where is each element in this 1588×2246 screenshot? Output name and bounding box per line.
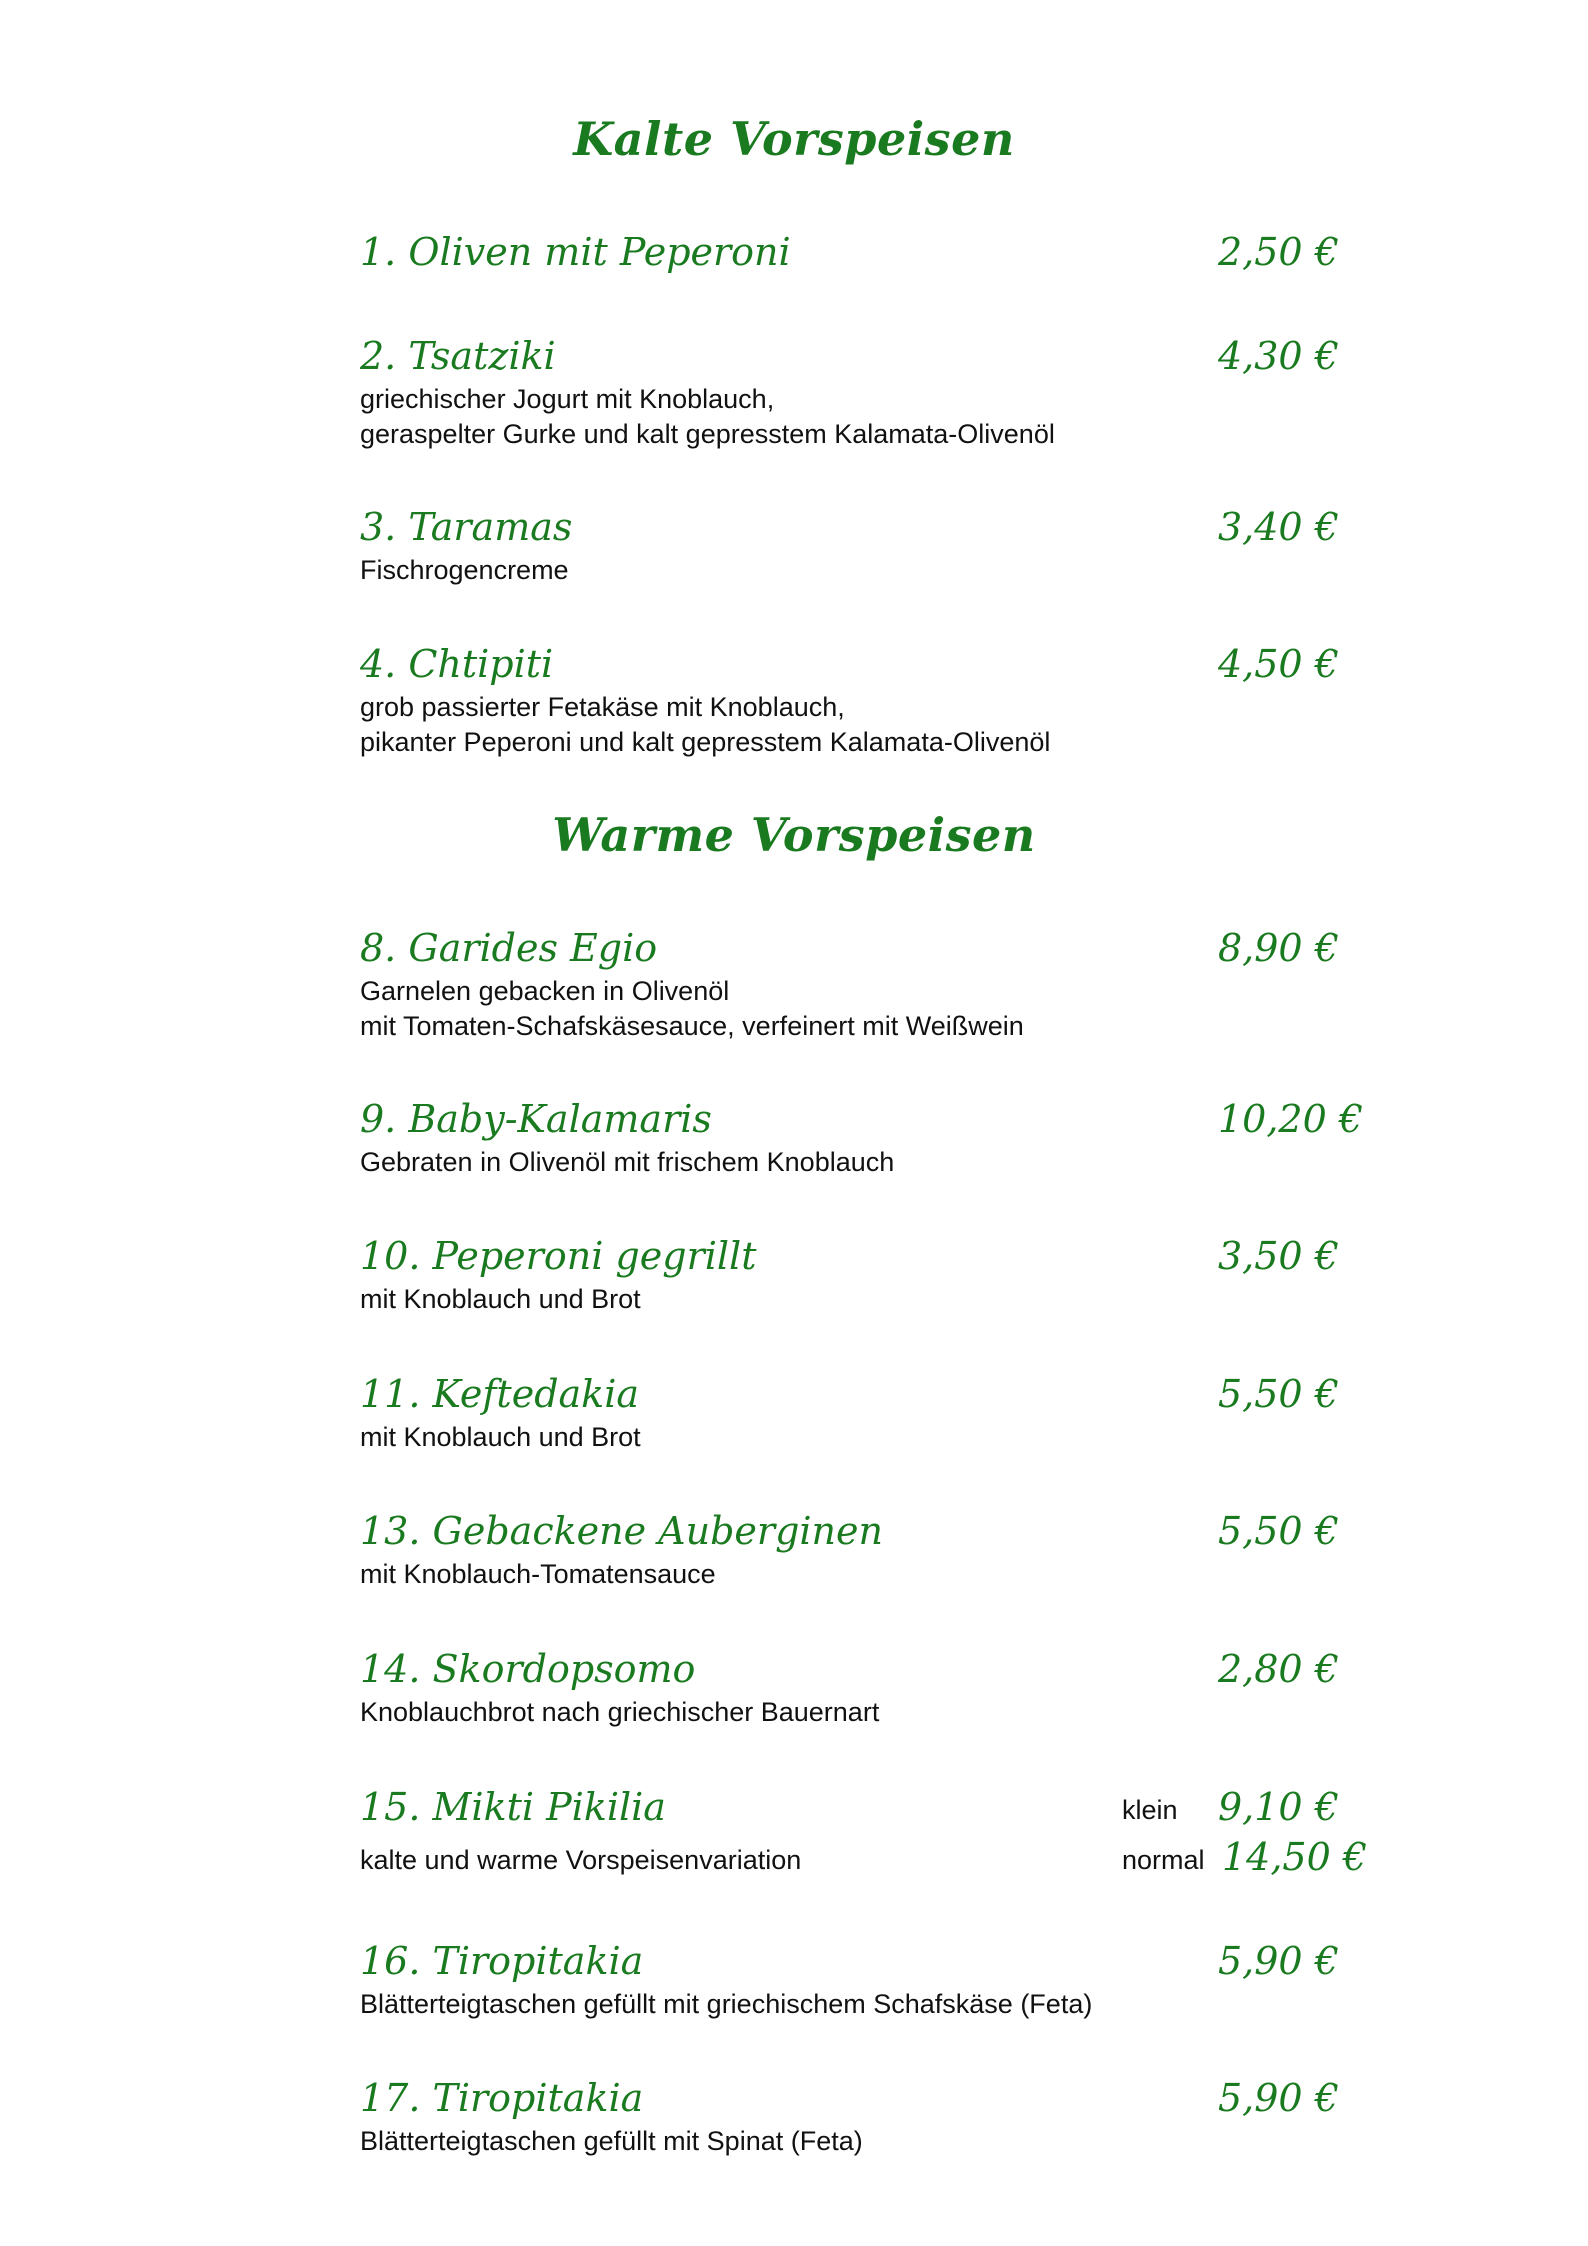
item-name: 10. Peperoni gegrillt	[360, 1234, 757, 1278]
item-price-normal: 14,50 €	[1222, 1835, 1368, 1879]
item-price: 5,50 €	[1218, 1372, 1339, 1416]
item-description: mit Knoblauch und Brot	[360, 1282, 641, 1317]
item-price: 4,50 €	[1218, 642, 1339, 686]
item-name: 2. Tsatziki	[360, 334, 556, 378]
item-price: 5,50 €	[1218, 1509, 1339, 1553]
item-description-line: mit Knoblauch und Brot	[360, 1422, 641, 1452]
item-description-line: geraspelter Gurke und kalt gepresstem Ka…	[360, 419, 1055, 449]
item-description-line: pikanter Peperoni und kalt gepresstem Ka…	[360, 727, 1051, 757]
item-price-small: 9,10 €	[1218, 1785, 1339, 1829]
item-price: 4,30 €	[1218, 334, 1339, 378]
item-name: 17. Tiropitakia	[360, 2076, 644, 2120]
item-description: Blätterteigtaschen gefüllt mit griechisc…	[360, 1987, 1092, 2022]
size-label-normal: normal	[1122, 1845, 1205, 1875]
item-description-line: mit Knoblauch und Brot	[360, 1284, 641, 1314]
item-price: 5,90 €	[1218, 2076, 1339, 2120]
size-label-small: klein	[1122, 1795, 1178, 1825]
item-description: mit Knoblauch-Tomatensauce	[360, 1557, 716, 1592]
menu-page: Kalte Vorspeisen 1. Oliven mit Peperoni …	[0, 0, 1588, 2246]
item-name: 14. Skordopsomo	[360, 1647, 696, 1691]
item-price: 8,90 €	[1218, 926, 1339, 970]
item-price: 2,80 €	[1218, 1647, 1339, 1691]
item-description-line: mit Knoblauch-Tomatensauce	[360, 1559, 716, 1589]
item-name: 11. Keftedakia	[360, 1372, 640, 1416]
item-price: 3,50 €	[1218, 1234, 1339, 1278]
item-description-line: grob passierter Fetakäse mit Knoblauch,	[360, 692, 845, 722]
item-description-line: kalte und warme Vorspeisenvariation	[360, 1845, 802, 1875]
item-description: grob passierter Fetakäse mit Knoblauch, …	[360, 690, 1050, 760]
item-description: Blätterteigtaschen gefüllt mit Spinat (F…	[360, 2124, 863, 2159]
item-price: 5,90 €	[1218, 1939, 1339, 1983]
item-price: 3,40 €	[1218, 505, 1339, 549]
item-name: 9. Baby-Kalamaris	[360, 1097, 712, 1141]
item-description-line: Garnelen gebacken in Olivenöl	[360, 976, 730, 1006]
item-name: 3. Taramas	[360, 505, 573, 549]
item-name: 4. Chtipiti	[360, 642, 554, 686]
item-description-line: mit Tomaten-Schafskäsesauce, verfeinert …	[360, 1011, 1024, 1041]
item-description-line: Fischrogencreme	[360, 555, 569, 585]
item-description-line: Gebraten in Olivenöl mit frischem Knobla…	[360, 1147, 895, 1177]
item-name: 16. Tiropitakia	[360, 1939, 644, 1983]
item-description: mit Knoblauch und Brot	[360, 1420, 641, 1455]
item-description: griechischer Jogurt mit Knoblauch, geras…	[360, 382, 1055, 452]
item-description: Gebraten in Olivenöl mit frischem Knobla…	[360, 1145, 894, 1180]
item-description: Fischrogencreme	[360, 553, 569, 588]
item-description-line: Knoblauchbrot nach griechischer Bauernar…	[360, 1697, 880, 1727]
item-name: 15. Mikti Pikilia	[360, 1785, 666, 1829]
item-description-line: griechischer Jogurt mit Knoblauch,	[360, 384, 775, 414]
item-name: 13. Gebackene Auberginen	[360, 1509, 883, 1553]
item-description-line: Blätterteigtaschen gefüllt mit Spinat (F…	[360, 2126, 863, 2156]
item-description: Knoblauchbrot nach griechischer Bauernar…	[360, 1695, 879, 1730]
section-title-warm: Warme Vorspeisen	[552, 808, 1036, 862]
item-price: 2,50 €	[1218, 230, 1339, 274]
item-description: Garnelen gebacken in Olivenöl mit Tomate…	[360, 974, 1024, 1044]
section-title-cold: Kalte Vorspeisen	[573, 112, 1015, 166]
item-name: 8. Garides Egio	[360, 926, 658, 970]
item-name: 1. Oliven mit Peperoni	[360, 230, 791, 274]
item-description-line: Blätterteigtaschen gefüllt mit griechisc…	[360, 1989, 1093, 2019]
item-price: 10,20 €	[1218, 1097, 1364, 1141]
item-description: kalte und warme Vorspeisenvariation	[360, 1843, 801, 1878]
